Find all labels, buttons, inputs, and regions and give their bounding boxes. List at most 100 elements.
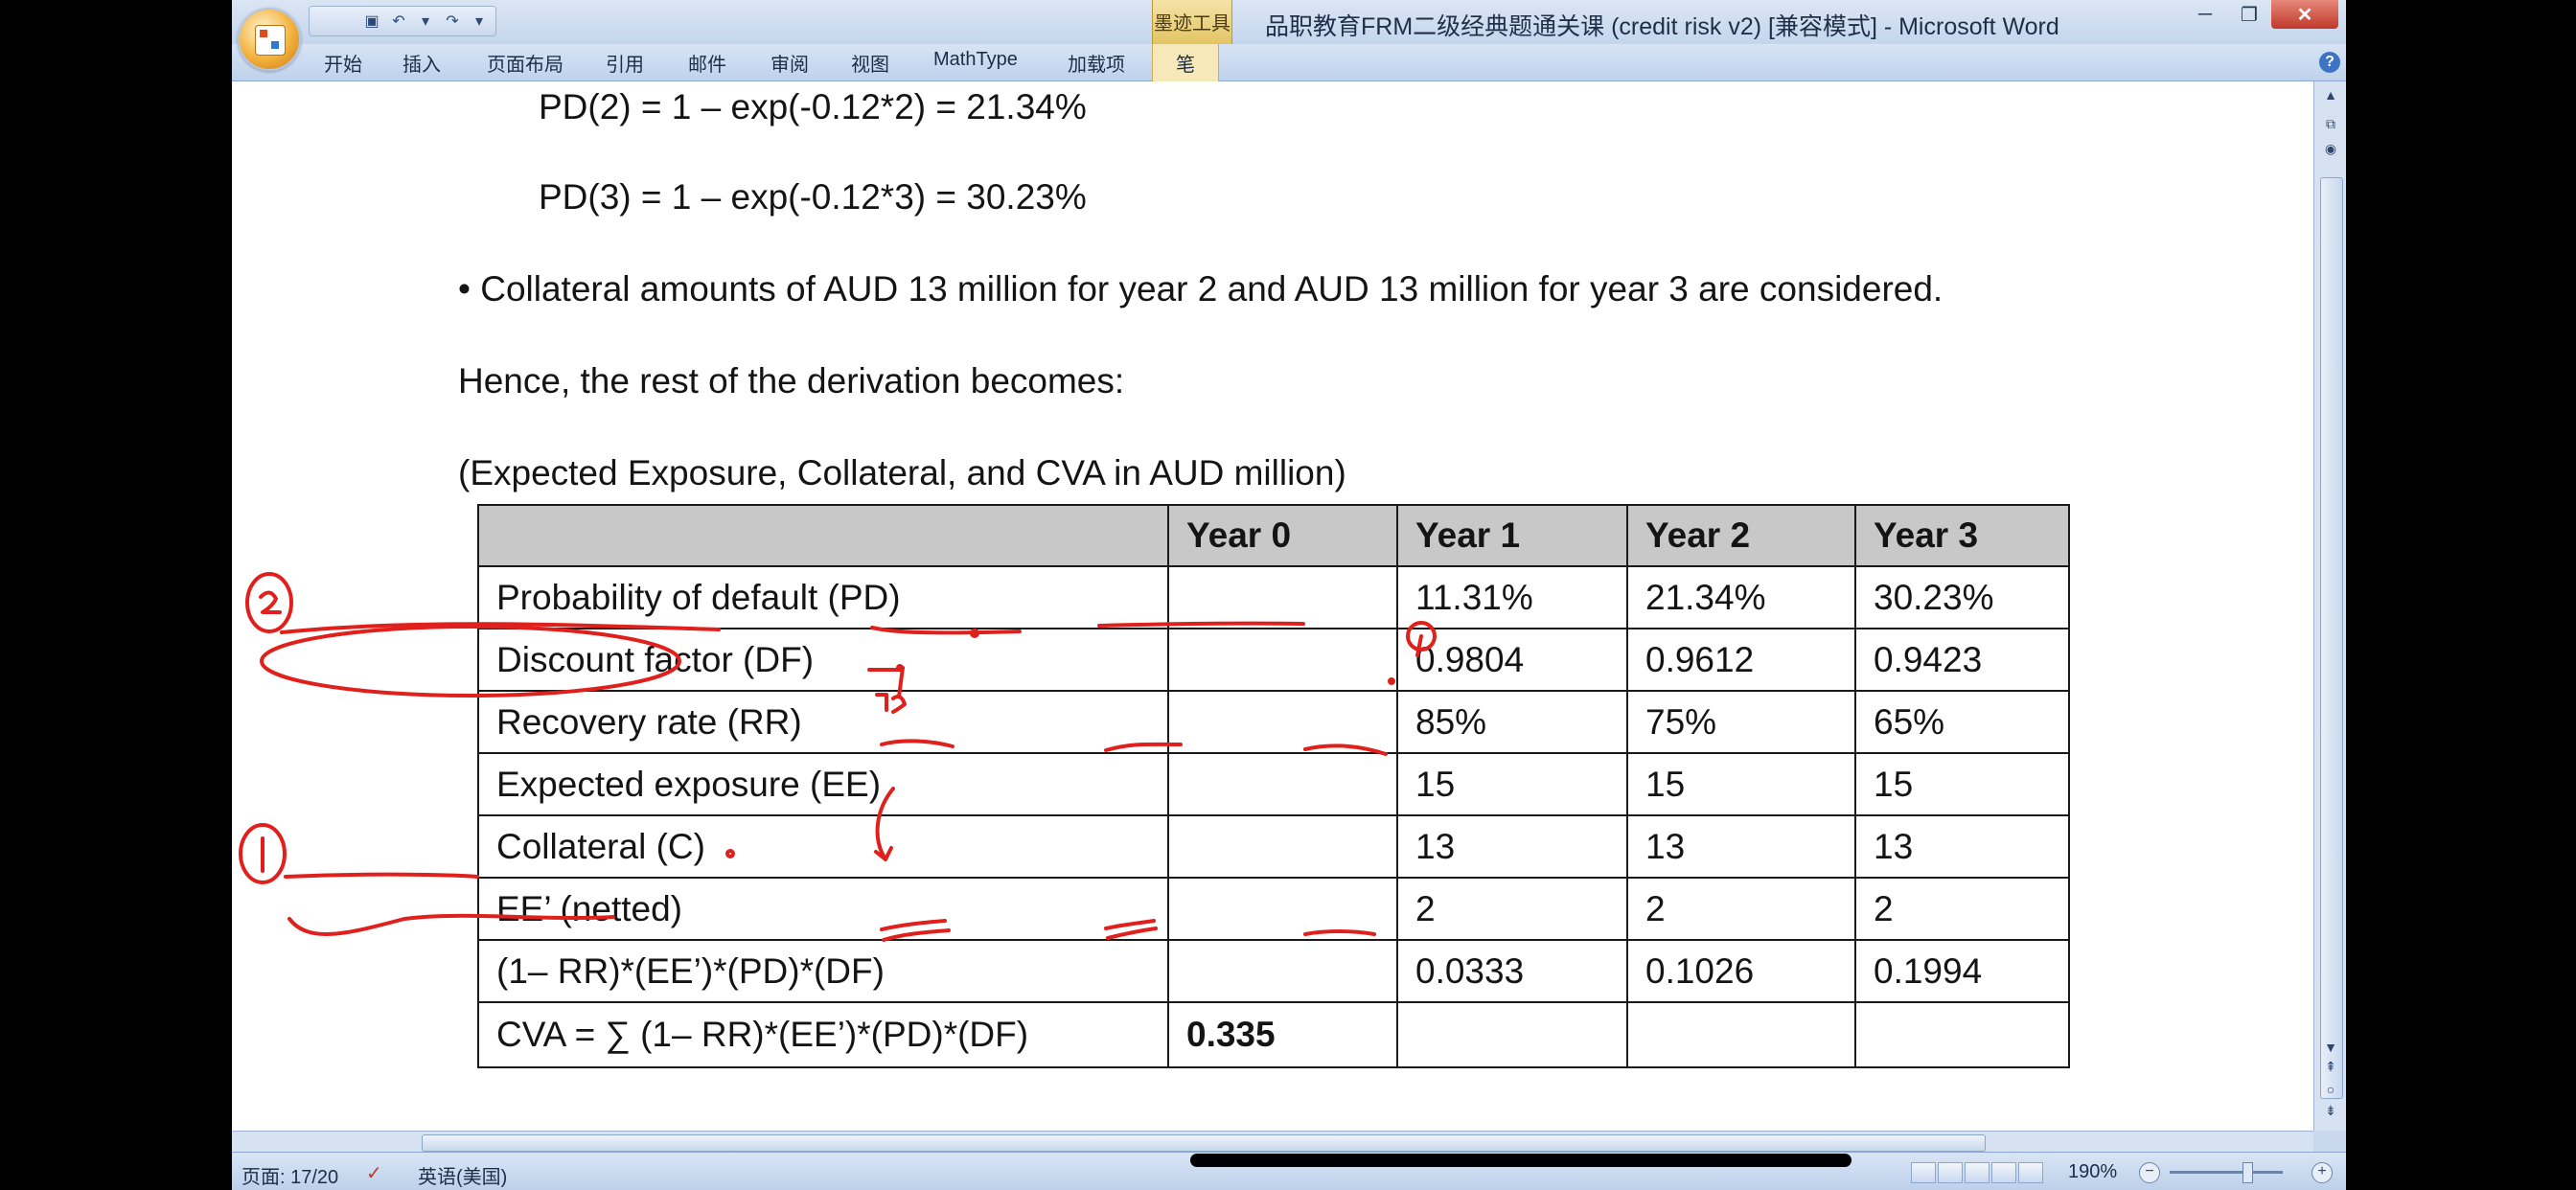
- table-row-label: EE’ (netted): [477, 877, 1169, 941]
- cva-table: Year 0 Year 1 Year 2 Year 3 Probability …: [477, 504, 2070, 1068]
- next-page-icon[interactable]: ⇟: [2321, 1103, 2340, 1122]
- zoom-out-icon[interactable]: −: [2139, 1162, 2160, 1183]
- table-cell: 15: [1396, 752, 1628, 816]
- tab-mathtype[interactable]: MathType: [933, 49, 1018, 71]
- table-cell: [1167, 877, 1398, 941]
- table-cell: [1167, 752, 1398, 816]
- table-cell: [1167, 565, 1398, 629]
- table-header-cell: Year 0: [1167, 504, 1398, 567]
- zoom-slider-handle[interactable]: [2242, 1162, 2253, 1183]
- office-button[interactable]: [238, 8, 301, 71]
- table-row: Probability of default (PD) 11.31% 21.34…: [477, 565, 2070, 629]
- table-cell: 65%: [1854, 690, 2070, 754]
- tab-view[interactable]: 视图: [851, 49, 889, 77]
- table-row: CVA = ∑ (1– RR)*(EE’)*(PD)*(DF) 0.335: [477, 1001, 2070, 1068]
- table-cell: 13: [1854, 814, 2070, 879]
- table-cell: [1167, 628, 1398, 692]
- tab-pen[interactable]: 笔: [1152, 44, 1219, 85]
- table-row: EE’ (netted) 2 2 2: [477, 877, 2070, 941]
- previous-page-icon[interactable]: ⇞: [2321, 1059, 2340, 1078]
- table-cell: 85%: [1396, 690, 1628, 754]
- tab-addins[interactable]: 加载项: [1068, 49, 1125, 77]
- outline-view-icon[interactable]: [1991, 1162, 2016, 1183]
- pen-underline-collateral: [284, 872, 479, 879]
- zoom-slider[interactable]: [2170, 1171, 2283, 1174]
- scroll-up-icon[interactable]: ▲: [2321, 87, 2340, 106]
- title-bar: ▣ ↶ ▾ ↷ ▾ 墨迹工具 品职教育FRM二级经典题通关课 (credit r…: [232, 0, 2346, 71]
- table-cell: 2: [1396, 877, 1628, 941]
- tab-references[interactable]: 引用: [606, 49, 644, 77]
- table-cell: 75%: [1626, 690, 1856, 754]
- tab-mailings[interactable]: 邮件: [688, 49, 726, 77]
- scrollbar-thumb[interactable]: [2320, 177, 2343, 1099]
- table-cell: 0.1026: [1626, 939, 1856, 1003]
- zoom-level[interactable]: 190%: [2068, 1161, 2117, 1183]
- table-cell: 13: [1626, 814, 1856, 879]
- ribbon-tabs: 开始 插入 页面布局 引用 邮件 审阅 视图 MathType 加载项 笔 ?: [232, 44, 2346, 85]
- window-controls: ─ ❐ ✕: [2183, 0, 2338, 33]
- office-logo-icon: [255, 25, 286, 56]
- table-row-label: Expected exposure (EE): [477, 752, 1169, 816]
- table-cell: 0.9612: [1626, 628, 1856, 692]
- table-cell: [1396, 1001, 1628, 1068]
- table-cell: 11.31%: [1396, 565, 1628, 629]
- print-layout-icon[interactable]: [1911, 1162, 1936, 1183]
- table-cell: 0.9423: [1854, 628, 2070, 692]
- scroll-options-icon[interactable]: ◉: [2321, 141, 2340, 160]
- table-cell: 15: [1854, 752, 2070, 816]
- table-cell: [1167, 814, 1398, 879]
- scroll-down-icon[interactable]: ▼: [2321, 1040, 2340, 1059]
- minimize-icon[interactable]: ─: [2183, 0, 2227, 29]
- horizontal-scrollbar-thumb[interactable]: [422, 1134, 1986, 1152]
- close-icon[interactable]: ✕: [2271, 0, 2338, 29]
- table-cell: 2: [1626, 877, 1856, 941]
- table-cell: 21.34%: [1626, 565, 1856, 629]
- ink-tools-contextual-tab: 墨迹工具: [1152, 0, 1232, 44]
- table-row-label: Collateral (C): [477, 814, 1169, 879]
- tab-home[interactable]: 开始: [324, 49, 362, 77]
- document-page[interactable]: PD(2) = 1 – exp(-0.12*2) = 21.34% PD(3) …: [232, 81, 2313, 1131]
- restore-icon[interactable]: ❐: [2227, 0, 2271, 29]
- table-row-label: (1– RR)*(EE’)*(PD)*(DF): [477, 939, 1169, 1003]
- browse-object-icon[interactable]: ○: [2321, 1082, 2340, 1101]
- zoom-in-icon[interactable]: +: [2312, 1162, 2333, 1183]
- quick-access-toolbar: ▣ ↶ ▾ ↷ ▾: [309, 6, 496, 36]
- table-cell: 0.9804: [1396, 628, 1628, 692]
- table-cell: [1167, 939, 1398, 1003]
- table-row: Collateral (C) 13 13 13: [477, 814, 2070, 879]
- help-icon[interactable]: ?: [2319, 52, 2340, 73]
- window-title: 品职教育FRM二级经典题通关课 (credit risk v2) [兼容模式] …: [1265, 13, 2059, 40]
- language-indicator[interactable]: 英语(美国): [418, 1161, 507, 1189]
- tab-page-layout[interactable]: 页面布局: [487, 49, 564, 77]
- tab-insert[interactable]: 插入: [402, 49, 441, 77]
- table-row-label: CVA = ∑ (1– RR)*(EE’)*(PD)*(DF): [477, 1001, 1169, 1068]
- undo-icon[interactable]: ↶: [388, 11, 409, 32]
- customize-toolbar-icon[interactable]: ▾: [469, 11, 490, 32]
- redo-icon[interactable]: ↷: [442, 11, 463, 32]
- draft-view-icon[interactable]: [2018, 1162, 2043, 1183]
- web-layout-icon[interactable]: [1965, 1162, 1990, 1183]
- collateral-bullet: • Collateral amounts of AUD 13 million f…: [458, 269, 1944, 309]
- ruler-toggle-icon[interactable]: ⧉: [2321, 116, 2340, 135]
- proofing-icon[interactable]: ✓: [366, 1161, 382, 1185]
- table-caption: (Expected Exposure, Collateral, and CVA …: [458, 453, 1346, 492]
- table-row: Expected exposure (EE) 15 15 15: [477, 752, 2070, 816]
- derivation-text: Hence, the rest of the derivation become…: [458, 361, 1125, 400]
- table-cell: 13: [1396, 814, 1628, 879]
- table-cell: 0.1994: [1854, 939, 2070, 1003]
- vertical-scrollbar[interactable]: ▲ ⧉ ◉ ▼ ⇞ ○ ⇟: [2313, 81, 2346, 1131]
- pen-number-2: [259, 590, 282, 614]
- page-indicator[interactable]: 页面: 17/20: [242, 1161, 338, 1189]
- full-screen-reading-icon[interactable]: [1938, 1162, 1963, 1183]
- horizontal-scrollbar[interactable]: [232, 1131, 2313, 1153]
- undo-dropdown-icon[interactable]: ▾: [415, 11, 436, 32]
- table-header-cell: [477, 504, 1169, 567]
- save-icon[interactable]: ▣: [361, 11, 382, 32]
- table-header-cell: Year 1: [1396, 504, 1628, 567]
- table-cell: 2: [1854, 877, 2070, 941]
- table-cell: [1854, 1001, 2070, 1068]
- ink-tools-label: 墨迹工具: [1154, 13, 1230, 34]
- table-header-row: Year 0 Year 1 Year 2 Year 3: [477, 504, 2070, 567]
- table-cell: 30.23%: [1854, 565, 2070, 629]
- tab-review[interactable]: 审阅: [770, 49, 809, 77]
